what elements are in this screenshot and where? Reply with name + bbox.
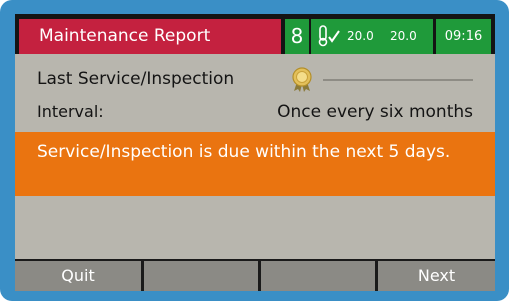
page-title: Maintenance Report <box>19 19 281 54</box>
display-screen: Maintenance Report 8 20.0 20.0 09:16 Las… <box>15 14 495 291</box>
award-badge-icon <box>289 67 315 97</box>
softkey-3[interactable] <box>261 261 375 291</box>
thermometer-check-icon <box>317 25 343 51</box>
due-alert-banner: Service/Inspection is due within the nex… <box>15 132 495 196</box>
quit-button[interactable]: Quit <box>15 261 141 291</box>
interval-label: Interval: <box>37 102 104 121</box>
temperature-status: 20.0 20.0 <box>311 19 433 54</box>
temperature-1: 20.0 <box>347 29 374 43</box>
clock-time: 09:16 <box>436 19 491 54</box>
header-bar: Maintenance Report 8 20.0 20.0 09:16 <box>15 14 495 54</box>
interval-value: Once every six months <box>277 102 473 122</box>
softkey-bar: Quit Next <box>15 259 495 291</box>
softkey-2[interactable] <box>144 261 258 291</box>
user-level-icon: 8 <box>290 24 304 48</box>
section-divider <box>323 79 473 81</box>
temperature-2: 20.0 <box>390 29 417 43</box>
device-frame: Maintenance Report 8 20.0 20.0 09:16 Las… <box>0 0 509 301</box>
interval-row: Interval: Once every six months <box>37 100 473 124</box>
user-level-indicator: 8 <box>285 19 309 54</box>
next-button[interactable]: Next <box>378 261 495 291</box>
last-service-row: Last Service/Inspection <box>37 66 477 92</box>
last-service-label: Last Service/Inspection <box>37 69 235 89</box>
